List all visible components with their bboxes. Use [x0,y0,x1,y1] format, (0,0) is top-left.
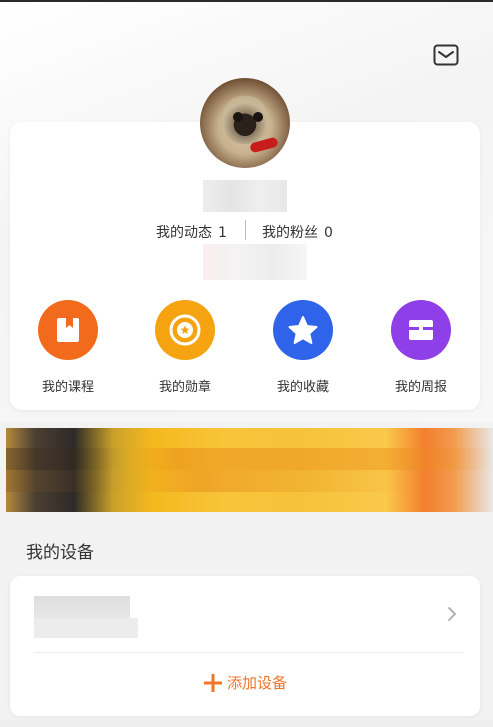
menu-label-favorites: 我的收藏 [276,380,329,395]
divider [34,652,464,653]
menu-label-medals: 我的勋章 [158,380,211,395]
banner-stripe [6,448,493,470]
book-icon [57,318,79,342]
avatar-eye [233,112,243,122]
stat-fans-value: 0 [324,225,333,241]
promo-banner-blurred[interactable] [6,428,493,512]
medals-button[interactable] [155,300,215,360]
avatar-eye [253,112,263,122]
menu-my-reports[interactable]: 我的周报 [376,300,466,395]
stat-posts-label: 我的动态 [156,225,212,241]
menu-label-courses: 我的课程 [41,380,94,395]
add-device-button[interactable]: 添加设备 [10,672,480,694]
star-icon [288,316,318,344]
report-icon [409,320,433,340]
banner-stripe [6,470,493,492]
reports-button[interactable] [391,300,451,360]
menu-my-courses[interactable]: 我的课程 [23,300,113,395]
menu-label-reports: 我的周报 [394,380,447,395]
stat-posts[interactable]: 我的动态 1 [156,222,227,242]
device-detail-blurred [34,618,138,638]
stat-divider [245,220,246,240]
plus-icon [203,673,222,692]
avatar[interactable] [200,78,290,168]
device-card: 添加设备 [10,576,480,716]
medal-icon [169,314,201,346]
devices-section-title: 我的设备 [26,543,94,563]
favorites-button[interactable] [273,300,333,360]
mail-icon[interactable] [433,44,459,66]
courses-button[interactable] [38,300,98,360]
profile-subtext-blurred [203,244,307,280]
stat-fans[interactable]: 我的粉丝 0 [262,222,333,242]
bottom-edge [0,720,493,727]
stat-posts-value: 1 [218,225,227,241]
stat-fans-label: 我的粉丝 [262,225,318,241]
menu-my-favorites[interactable]: 我的收藏 [258,300,348,395]
profile-stats: 我的动态 1 我的粉丝 0 [0,220,493,242]
add-device-label: 添加设备 [226,674,287,692]
menu-my-medals[interactable]: 我的勋章 [140,300,230,395]
username-blurred [203,180,287,212]
chevron-right-icon[interactable] [444,604,460,624]
